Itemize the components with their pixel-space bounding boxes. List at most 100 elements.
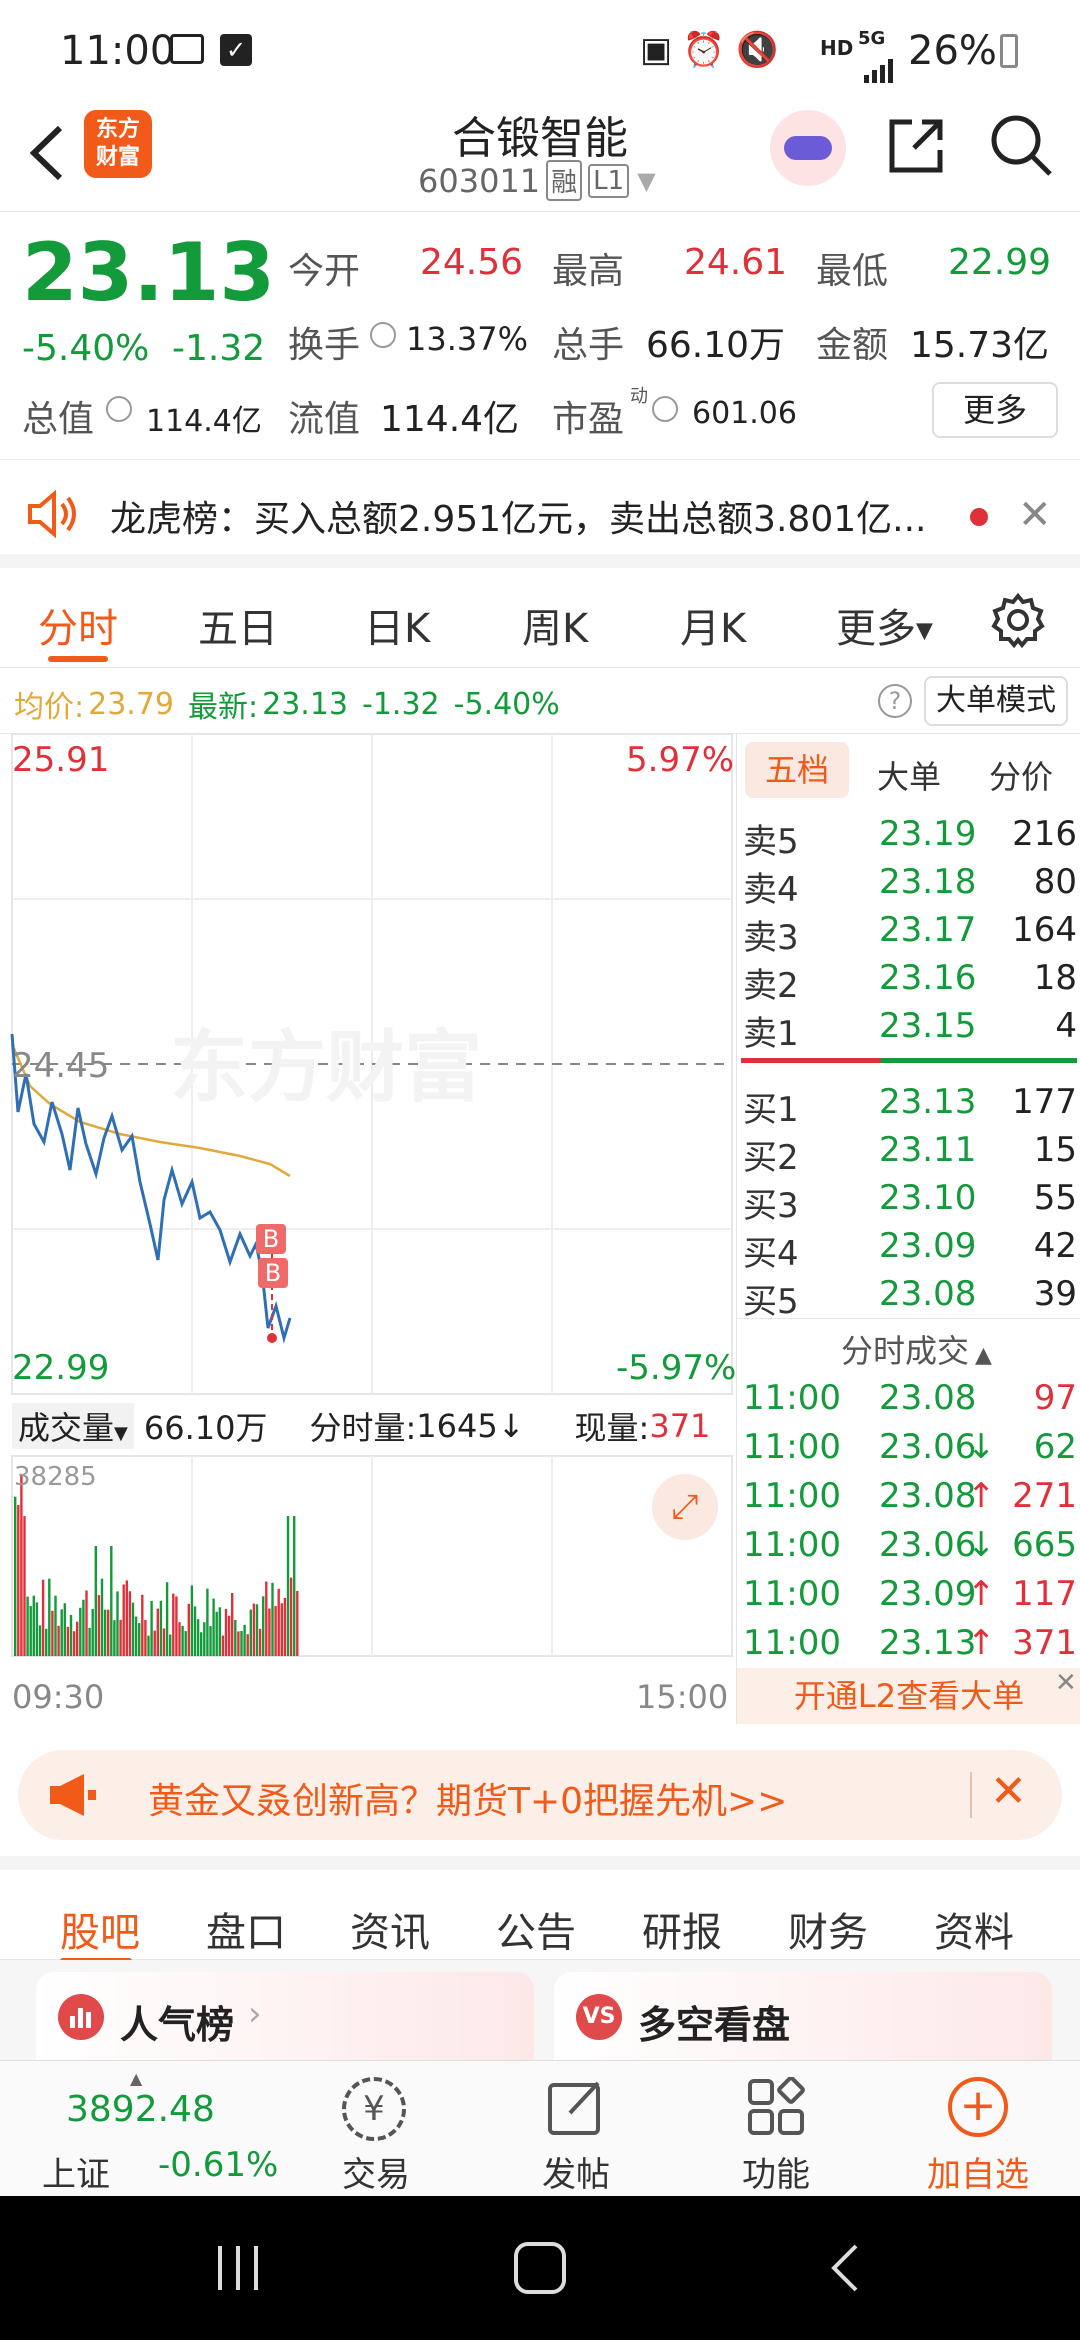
bid-row[interactable]: 买5 23.08 39 [737,1270,1080,1322]
mktcap-label: 总值 [22,399,95,440]
amount-label: 金额 [816,325,889,366]
post-button[interactable]: 发帖 [476,2061,676,2197]
tab-guba[interactable]: 股吧 [60,1900,140,1958]
ask-bid-ratio-green [881,1058,1077,1063]
index-value: 3892.48 [66,2089,215,2130]
long-short-title: 多空看盘 [638,2003,791,2047]
close-icon[interactable]: ✕ [1018,492,1052,538]
home-icon[interactable] [514,2242,566,2294]
tab-weekly-k[interactable]: 周K [522,596,588,654]
volume-bar [218,1607,221,1656]
buy-marker[interactable]: B [256,1224,286,1254]
tab-handicap[interactable]: 盘口 [206,1900,286,1958]
volume-bar [91,1609,94,1656]
volume-label: 总手 [552,325,625,366]
volume-selector-label: 成交量 [18,1409,115,1447]
bid-row[interactable]: 买2 23.11 15 [737,1126,1080,1178]
add-watchlist-button[interactable]: + 加自选 [878,2061,1078,2197]
functions-button[interactable]: 功能 [676,2061,876,2197]
ask-volume: 164 [1012,910,1077,950]
ask-row[interactable]: 卖5 23.19 216 [737,810,1080,862]
hd-label: HD [820,36,854,60]
tab-announcement[interactable]: 公告 [496,1900,576,1958]
search-icon[interactable] [988,112,1054,178]
intraday-chart[interactable]: 东方财富 25.91 5.97% 24.45 22.99 -5.97% B B … [0,734,736,1724]
ask-row[interactable]: 卖1 23.15 4 [737,1002,1080,1054]
tab-intraday[interactable]: 分时 [38,596,118,654]
close-icon[interactable]: ✕ [1055,1668,1077,1698]
volume-bar [262,1596,265,1656]
trade-volume: 665 [1012,1525,1077,1565]
bid-volume: 39 [1033,1274,1077,1314]
tab-news[interactable]: 资讯 [350,1900,430,1958]
ask-volume: 4 [1055,1006,1077,1046]
avg-info-row: 均价: 23.79 最新: 23.13 -1.32 -5.40% [14,682,560,726]
volume-bar [119,1619,122,1656]
l2-upgrade-button[interactable]: 开通L2查看大单 [737,1668,1080,1724]
turnover-value: 13.37% [406,320,529,358]
back-nav-icon[interactable] [820,2242,872,2294]
info-icon[interactable] [652,396,678,422]
latest-label: 最新: [188,690,259,725]
tab-five-day[interactable]: 五日 [198,596,278,654]
ask-volume: 80 [1033,862,1077,902]
robot-avatar-icon[interactable] [770,110,846,186]
ask-row[interactable]: 卖4 23.18 80 [737,858,1080,910]
back-icon[interactable] [22,118,82,188]
volume-bar [206,1588,209,1656]
buy-marker[interactable]: B [258,1258,288,1288]
help-icon[interactable]: ? [878,684,912,718]
volume-bar [252,1603,256,1656]
volume-bar [150,1600,153,1656]
volume-selector[interactable]: 成交量▼ [12,1403,134,1449]
share-icon[interactable] [884,114,948,178]
bid-row[interactable]: 买3 23.10 55 [737,1174,1080,1226]
average-info-bar: 均价: 23.79 最新: 23.13 -1.32 -5.40% ? 大单模式 [0,668,1080,734]
info-icon[interactable] [370,322,396,348]
bid-row[interactable]: 买4 23.09 42 [737,1222,1080,1274]
functions-label: 功能 [742,2155,810,2195]
quote-panel: 23.13 -5.40% -1.32 今开 24.56 最高 24.61 最低 … [0,212,1080,460]
index-widget[interactable]: ▲ 3892.48 上证 -0.61% [20,2061,278,2197]
news-ticker[interactable]: 龙虎榜：买入总额2.951亿元，卖出总额3.801亿... ✕ [0,462,1080,568]
tab-five-levels[interactable]: 五档 [745,742,849,798]
tab-daily-k[interactable]: 日K [364,596,430,654]
more-button[interactable]: 更多 [932,382,1058,438]
logo-line1: 东方 [95,117,140,142]
volume-bar [94,1546,97,1656]
volume-bar [41,1579,45,1656]
volume-bar [107,1609,110,1656]
tab-finance[interactable]: 财务 [788,1900,868,1958]
ask-row[interactable]: 卖3 23.17 164 [737,906,1080,958]
tab-research[interactable]: 研报 [642,1900,722,1958]
volume-bar [134,1616,138,1656]
recent-apps-icon[interactable] [212,2242,264,2294]
close-icon[interactable]: ✕ [990,1766,1027,1817]
promo-banner[interactable]: 黄金又叒创新高？期货T+0把握先机>> ✕ [18,1750,1062,1840]
trades-title[interactable]: 分时成交 ▲ [841,1326,992,1372]
tab-price-dist[interactable]: 分价 [989,752,1053,798]
trade-time: 11:00 [743,1476,841,1516]
bid-row[interactable]: 买1 23.13 177 [737,1078,1080,1130]
dropdown-icon[interactable]: ▼ [637,167,655,195]
tab-big-orders[interactable]: 大单 [877,752,941,798]
volume-bar [141,1594,144,1656]
vs-icon: VS [576,1994,622,2040]
volume-bar [255,1604,259,1656]
big-order-mode-button[interactable]: 大单模式 [924,676,1068,726]
tab-profile[interactable]: 资料 [934,1900,1014,1958]
tab-monthly-k[interactable]: 月K [680,596,746,654]
volume-bar [144,1620,147,1656]
expand-icon[interactable]: ⤢ [652,1474,718,1540]
trade-button[interactable]: ¥ 交易 [276,2061,476,2197]
ask-row[interactable]: 卖2 23.16 18 [737,954,1080,1006]
trade-row: 11:00 23.06 ↓ 665 [737,1521,1080,1569]
app-logo: 东方 财富 [84,110,152,178]
settings-gear-icon[interactable] [990,592,1046,649]
volume-bar [116,1591,119,1656]
trade-label: 交易 [342,2155,410,2195]
tab-more[interactable]: 更多▼ [836,596,933,654]
info-icon[interactable] [106,396,132,422]
chart-tabs: 分时 五日 日K 周K 月K 更多▼ [0,568,1080,668]
pct-top-label: 5.97% [626,740,735,780]
